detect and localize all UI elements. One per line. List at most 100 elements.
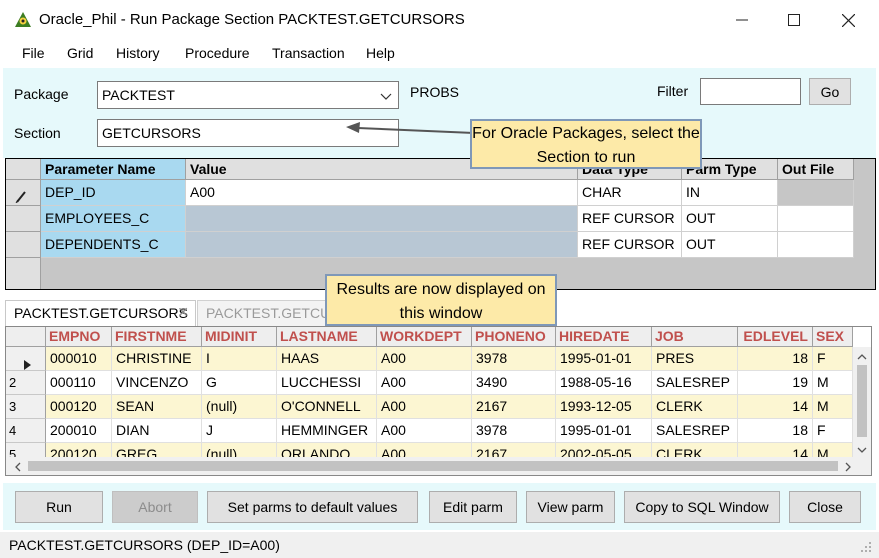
cell-lastname[interactable]: LUCCHESSI bbox=[277, 371, 377, 395]
cell-empno[interactable]: 000110 bbox=[46, 371, 112, 395]
row-number[interactable]: 4 bbox=[6, 419, 46, 443]
horizontal-scrollbar[interactable] bbox=[6, 457, 871, 475]
cell-hiredate[interactable]: 1988-05-16 bbox=[556, 371, 652, 395]
maximize-button[interactable] bbox=[771, 0, 817, 40]
set-defaults-button[interactable]: Set parms to default values bbox=[207, 491, 418, 523]
cell-phoneno[interactable]: 3978 bbox=[472, 419, 556, 443]
cell-midinit[interactable]: (null) bbox=[202, 395, 277, 419]
cell-edlevel[interactable]: 18 bbox=[738, 347, 813, 371]
vertical-scrollbar[interactable] bbox=[853, 347, 871, 457]
cell-phoneno[interactable]: 2167 bbox=[472, 395, 556, 419]
menu-file[interactable]: File bbox=[22, 45, 45, 61]
cell-edlevel[interactable]: 19 bbox=[738, 371, 813, 395]
col-midinit[interactable]: MIDINIT bbox=[202, 327, 277, 347]
cell-hiredate[interactable]: 1993-12-05 bbox=[556, 395, 652, 419]
param-data-type: REF CURSOR bbox=[578, 206, 682, 232]
scroll-thumb[interactable] bbox=[28, 461, 838, 471]
section-value: GETCURSORS bbox=[102, 125, 201, 141]
cell-edlevel[interactable]: 14 bbox=[738, 395, 813, 419]
close-tab-icon[interactable]: ✕ bbox=[177, 304, 189, 321]
col-out-file[interactable]: Out File bbox=[778, 159, 854, 180]
cell-firstnme[interactable]: VINCENZO bbox=[112, 371, 202, 395]
cell-empno[interactable]: 000010 bbox=[46, 347, 112, 371]
cell-midinit[interactable]: I bbox=[202, 347, 277, 371]
cell-job[interactable]: SALESREP bbox=[652, 419, 738, 443]
menu-help[interactable]: Help bbox=[366, 45, 395, 61]
cell-empno[interactable]: 200010 bbox=[46, 419, 112, 443]
col-job[interactable]: JOB bbox=[652, 327, 738, 347]
cell-workdept[interactable]: A00 bbox=[377, 419, 472, 443]
row-number[interactable]: 2 bbox=[6, 371, 46, 395]
cell-phoneno[interactable]: 3978 bbox=[472, 347, 556, 371]
close-button[interactable]: Close bbox=[789, 491, 861, 523]
cell-firstnme[interactable]: SEAN bbox=[112, 395, 202, 419]
abort-button[interactable]: Abort bbox=[112, 491, 198, 523]
col-phoneno[interactable]: PHONENO bbox=[472, 327, 556, 347]
menu-procedure[interactable]: Procedure bbox=[185, 45, 250, 61]
col-lastname[interactable]: LASTNAME bbox=[277, 327, 377, 347]
tab-results-2[interactable]: PACKTEST.GETCURS bbox=[197, 300, 327, 326]
cell-workdept[interactable]: A00 bbox=[377, 347, 472, 371]
row-selector[interactable] bbox=[6, 206, 41, 232]
chevron-down-icon bbox=[380, 89, 392, 105]
close-window-button[interactable] bbox=[825, 0, 871, 40]
cell-sex[interactable]: M bbox=[813, 371, 853, 395]
param-data-type: CHAR bbox=[578, 180, 682, 206]
col-hiredate[interactable]: HIREDATE bbox=[556, 327, 652, 347]
scroll-left-icon[interactable] bbox=[12, 460, 24, 472]
cell-hiredate[interactable]: 1995-01-01 bbox=[556, 419, 652, 443]
cell-job[interactable]: SALESREP bbox=[652, 371, 738, 395]
scroll-thumb[interactable] bbox=[857, 365, 867, 437]
run-button[interactable]: Run bbox=[15, 491, 103, 523]
cell-phoneno[interactable]: 3490 bbox=[472, 371, 556, 395]
col-sex[interactable]: SEX bbox=[813, 327, 853, 347]
cell-workdept[interactable]: A00 bbox=[377, 395, 472, 419]
cell-edlevel[interactable]: 18 bbox=[738, 419, 813, 443]
cell-sex[interactable]: F bbox=[813, 419, 853, 443]
row-selector[interactable] bbox=[6, 180, 41, 206]
cell-job[interactable]: CLERK bbox=[652, 395, 738, 419]
row-selector[interactable] bbox=[6, 232, 41, 258]
menu-grid[interactable]: Grid bbox=[67, 45, 93, 61]
cell-lastname[interactable]: HAAS bbox=[277, 347, 377, 371]
filter-input[interactable] bbox=[700, 78, 801, 105]
scroll-up-icon[interactable] bbox=[856, 350, 868, 362]
resize-grip-icon[interactable] bbox=[860, 540, 872, 556]
cell-sex[interactable]: F bbox=[813, 347, 853, 371]
menu-transaction[interactable]: Transaction bbox=[272, 45, 345, 61]
param-out-file[interactable] bbox=[778, 180, 854, 206]
scroll-down-icon[interactable] bbox=[856, 443, 868, 455]
cell-workdept[interactable]: A00 bbox=[377, 371, 472, 395]
param-out-file[interactable] bbox=[778, 206, 854, 232]
cell-midinit[interactable]: J bbox=[202, 419, 277, 443]
copy-to-sql-button[interactable]: Copy to SQL Window bbox=[624, 491, 780, 523]
edit-parm-button[interactable]: Edit parm bbox=[429, 491, 517, 523]
minimize-button[interactable] bbox=[719, 0, 765, 40]
view-parm-button[interactable]: View parm bbox=[526, 491, 615, 523]
cell-lastname[interactable]: O'CONNELL bbox=[277, 395, 377, 419]
package-combo[interactable]: PACKTEST bbox=[97, 81, 399, 109]
cell-sex[interactable]: M bbox=[813, 395, 853, 419]
col-parameter-name[interactable]: Parameter Name bbox=[41, 159, 186, 180]
scroll-right-icon[interactable] bbox=[842, 460, 854, 472]
cell-midinit[interactable]: G bbox=[202, 371, 277, 395]
go-button[interactable]: Go bbox=[809, 78, 851, 105]
cell-firstnme[interactable]: DIAN bbox=[112, 419, 202, 443]
menu-history[interactable]: History bbox=[116, 45, 160, 61]
param-out-file[interactable] bbox=[778, 232, 854, 258]
cell-job[interactable]: PRES bbox=[652, 347, 738, 371]
cell-lastname[interactable]: HEMMINGER bbox=[277, 419, 377, 443]
param-data-type: REF CURSOR bbox=[578, 232, 682, 258]
cell-hiredate[interactable]: 1995-01-01 bbox=[556, 347, 652, 371]
param-value-input[interactable]: A00 bbox=[186, 180, 578, 206]
tab-results-1[interactable]: PACKTEST.GETCURSORS ✕ bbox=[5, 300, 196, 326]
tab-label: PACKTEST.GETCURSORS bbox=[14, 305, 188, 321]
col-workdept[interactable]: WORKDEPT bbox=[377, 327, 472, 347]
row-number[interactable] bbox=[6, 347, 46, 371]
col-edlevel[interactable]: EDLEVEL bbox=[738, 327, 813, 347]
col-empno[interactable]: EMPNO bbox=[46, 327, 112, 347]
row-number[interactable]: 3 bbox=[6, 395, 46, 419]
cell-firstnme[interactable]: CHRISTINE bbox=[112, 347, 202, 371]
cell-empno[interactable]: 000120 bbox=[46, 395, 112, 419]
col-firstnme[interactable]: FIRSTNME bbox=[112, 327, 202, 347]
